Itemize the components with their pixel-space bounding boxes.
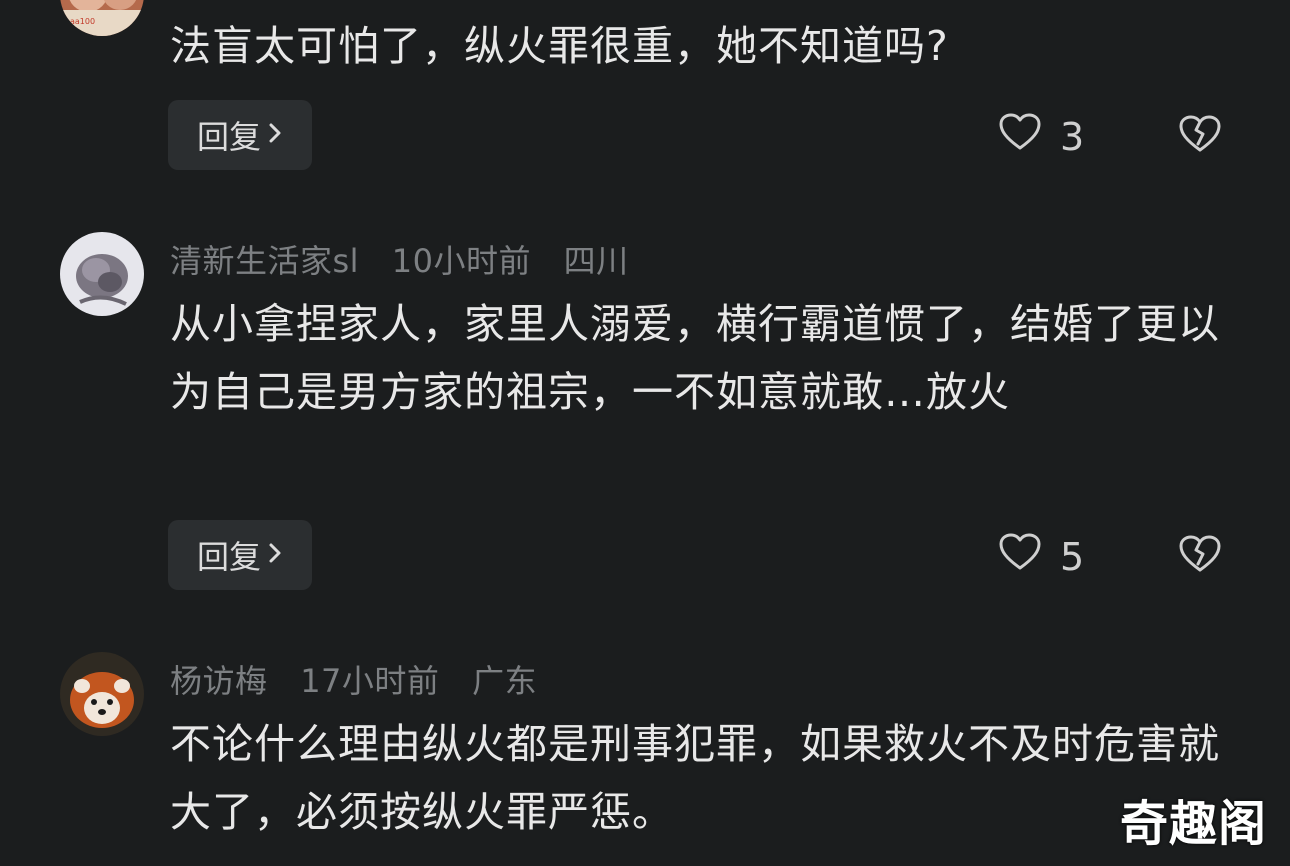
username[interactable]: 清新生活家sl <box>170 242 359 280</box>
broken-heart-icon <box>1178 535 1222 578</box>
comment-text: 不论什么理由纵火都是刑事犯罪，如果救火不及时危害就大了，必须按纵火罪严惩。 <box>170 720 1220 836</box>
chevron-right-icon <box>267 118 283 153</box>
reply-button[interactable]: 回复 <box>168 100 312 170</box>
watermark: 奇趣阁 <box>1120 796 1268 852</box>
comment-meta: 杨访梅 17小时前 广东 <box>170 656 559 702</box>
comment-meta: 清新生活家sl 10小时前 四川 <box>170 236 651 282</box>
dislike-button[interactable] <box>1178 534 1222 578</box>
reply-label: 回复 <box>196 118 261 156</box>
like-button[interactable]: 3 <box>998 112 1084 161</box>
like-count: 3 <box>1060 114 1085 159</box>
heart-outline-icon <box>998 112 1060 161</box>
like-button[interactable]: 5 <box>998 532 1084 581</box>
chevron-right-icon <box>267 538 283 573</box>
avatar[interactable] <box>60 232 144 316</box>
timestamp: 10小时前 <box>391 242 531 280</box>
avatar[interactable]: aa100 <box>60 0 144 36</box>
dislike-button[interactable] <box>1178 114 1222 158</box>
username[interactable]: 杨访梅 <box>170 662 268 700</box>
svg-text:aa100: aa100 <box>70 17 95 26</box>
like-count: 5 <box>1060 534 1085 579</box>
timestamp: 17小时前 <box>300 662 440 700</box>
comment-text: 法盲太可怕了，纵火罪很重，她不知道吗? <box>170 22 949 70</box>
reply-button[interactable]: 回复 <box>168 520 312 590</box>
broken-heart-icon <box>1178 115 1222 158</box>
comment-text: 从小拿捏家人，家里人溺爱，横行霸道惯了，结婚了更以为自己是男方家的祖宗，一不如意… <box>170 300 1220 416</box>
avatar[interactable] <box>60 652 144 736</box>
reply-label: 回复 <box>196 538 261 576</box>
location: 四川 <box>563 242 629 280</box>
location: 广东 <box>472 662 538 700</box>
heart-outline-icon <box>998 532 1060 581</box>
